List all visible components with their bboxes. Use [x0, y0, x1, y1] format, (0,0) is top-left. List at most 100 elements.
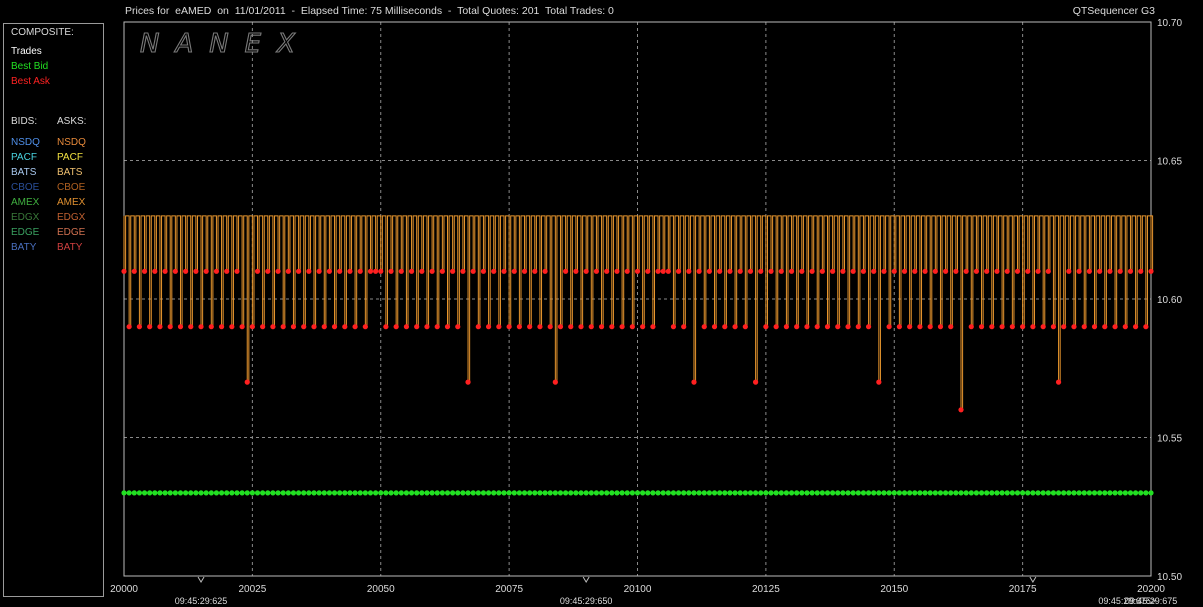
ask-point: [619, 324, 625, 330]
ask-point: [444, 324, 451, 330]
bid-point: [280, 490, 286, 496]
ask-point: [922, 268, 928, 274]
bid-point: [1035, 490, 1041, 496]
ask-point: [876, 379, 882, 385]
ask-point: [152, 268, 158, 274]
bid-point: [588, 490, 594, 496]
bid-point: [521, 490, 528, 496]
ask-point: [1081, 324, 1087, 330]
bid-point: [732, 490, 738, 496]
bid-point: [691, 490, 697, 496]
ask-point: [362, 324, 368, 330]
ask-point: [147, 324, 153, 330]
bid-point: [147, 490, 153, 496]
bid-point: [886, 490, 892, 496]
bid-point: [1097, 490, 1103, 496]
ask-point: [773, 324, 779, 330]
bid-point: [285, 490, 291, 496]
bid-point: [783, 490, 790, 496]
bid-point: [254, 490, 261, 496]
bid-point: [295, 490, 302, 496]
bid-point: [424, 490, 430, 496]
ask-point: [891, 268, 897, 274]
bid-point: [419, 490, 425, 496]
bid-point: [1025, 490, 1031, 496]
bid-point: [357, 490, 363, 496]
bid-point: [681, 490, 687, 496]
bid-point: [131, 490, 137, 496]
y-tick-label: 10.50: [1157, 572, 1182, 583]
watermark-text: NANEX: [140, 29, 311, 59]
ask-point: [131, 268, 137, 274]
bid-point: [968, 490, 974, 496]
bid-point: [932, 490, 938, 496]
ask-point: [804, 324, 810, 330]
ask-point: [640, 324, 646, 330]
bid-point: [444, 490, 451, 496]
bid-point: [1081, 490, 1087, 496]
ask-point: [604, 268, 610, 274]
bid-point: [758, 490, 764, 496]
time-label: 09:45:29:650: [560, 596, 613, 606]
ask-point: [337, 268, 343, 274]
ask-point: [388, 268, 394, 274]
ask-point: [1050, 324, 1057, 330]
bid-point: [865, 490, 872, 496]
bid-point: [706, 490, 712, 496]
bid-point: [455, 490, 461, 496]
x-tick-label: 20075: [495, 584, 523, 595]
ask-point: [398, 268, 404, 274]
bid-point: [183, 490, 189, 496]
bid-point: [1107, 490, 1113, 496]
bid-point: [311, 490, 317, 496]
bid-point: [1009, 490, 1015, 496]
bid-point: [634, 490, 641, 496]
ask-point: [172, 268, 178, 274]
bid-point: [881, 490, 887, 496]
bid-point: [480, 490, 487, 496]
ask-point: [742, 324, 748, 330]
ask-point: [378, 268, 384, 274]
bid-point: [773, 490, 779, 496]
price-chart: NANEX 10.70 10.65 10.60 10.55 10.50 20000 20025…: [110, 18, 1182, 606]
ask-point: [758, 268, 764, 274]
bid-point: [532, 490, 538, 496]
bid-point: [414, 490, 420, 496]
ask-point: [1020, 324, 1026, 330]
bid-point: [244, 490, 250, 496]
ask-point: [403, 324, 410, 330]
bid-point: [804, 490, 810, 496]
ask-point: [506, 324, 512, 330]
bid-point: [306, 490, 312, 496]
bid-point: [1061, 490, 1067, 496]
bid-point: [342, 490, 348, 496]
bid-point: [1030, 490, 1036, 496]
y-tick-label: 10.65: [1157, 157, 1182, 168]
ask-point: [383, 324, 389, 330]
ask-point: [655, 268, 661, 274]
ask-point: [809, 268, 815, 274]
bid-point: [912, 490, 918, 496]
ask-point: [527, 324, 533, 330]
ask-point: [1122, 324, 1128, 330]
bid-point: [788, 490, 795, 496]
ask-point: [778, 268, 784, 274]
ask-point: [609, 324, 615, 330]
bid-point: [213, 490, 220, 496]
bid-point: [1050, 490, 1057, 496]
bid-point: [860, 490, 867, 496]
ask-point: [229, 324, 235, 330]
ask-point: [408, 268, 415, 274]
ask-point: [958, 407, 964, 413]
bid-point: [830, 490, 836, 496]
ask-point: [301, 324, 307, 330]
ask-point: [907, 324, 913, 330]
bid-point: [1132, 490, 1139, 496]
ask-point: [260, 324, 266, 330]
ask-point: [537, 324, 543, 330]
ask-point: [953, 268, 959, 274]
bid-point: [260, 490, 266, 496]
bid-point: [141, 490, 148, 496]
ask-point: [932, 268, 938, 274]
bid-point: [378, 490, 384, 496]
